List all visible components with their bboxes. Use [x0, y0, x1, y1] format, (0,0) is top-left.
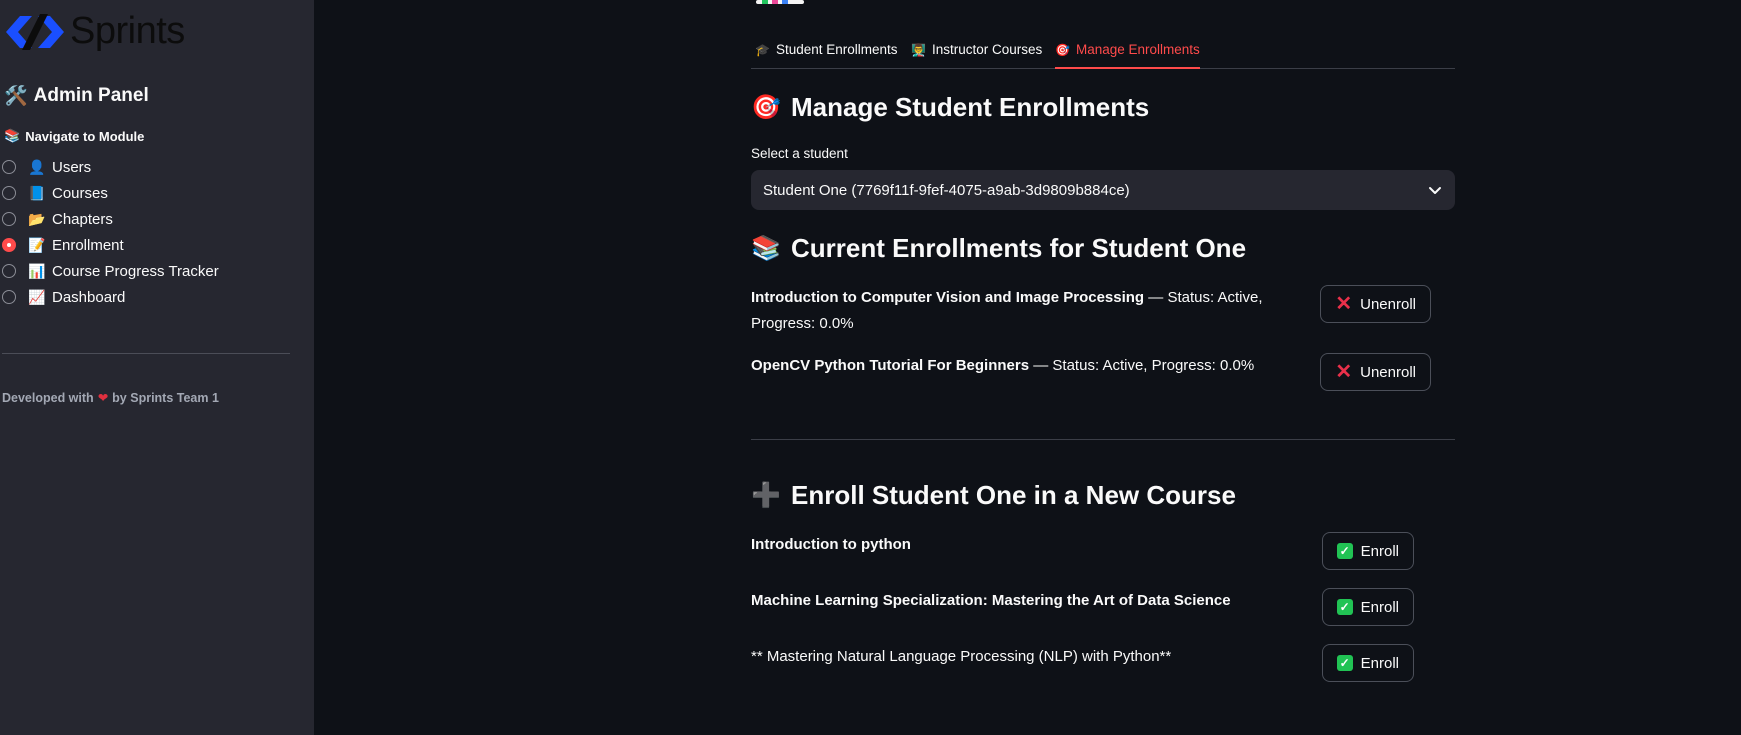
target-icon: 🎯 — [1055, 42, 1070, 57]
enroll-label: Enroll — [1360, 542, 1399, 560]
credits-prefix: Developed with — [2, 391, 94, 405]
nav-item-users[interactable]: 👤 Users — [2, 154, 219, 180]
enrollment-text: Introduction to Computer Vision and Imag… — [751, 285, 1311, 336]
student-select-value: Student One (7769f11f-9fef-4075-a9ab-3d9… — [763, 181, 1130, 199]
enrollment-details: — Status: Active, Progress: 0.0% — [1029, 357, 1255, 374]
logo-text: Sprints — [70, 10, 185, 52]
radio-button[interactable] — [2, 212, 16, 226]
select-student-label: Select a student — [751, 146, 848, 161]
tools-icon: 🛠️ — [4, 86, 28, 107]
enroll-button[interactable]: ✓ Enroll — [1321, 532, 1414, 570]
nav-item-label: Course Progress Tracker — [52, 262, 219, 280]
course-name: Introduction to python — [751, 536, 911, 553]
unenroll-button[interactable]: ✕ Unenroll — [1320, 285, 1431, 323]
books-icon: 📚 — [4, 128, 21, 143]
nav-item-label: Chapters — [52, 210, 113, 228]
check-icon: ✓ — [1336, 655, 1353, 671]
tab-label: Instructor Courses — [931, 42, 1043, 57]
teacher-icon: 👨‍🏫 — [911, 42, 926, 57]
credits: Developed with ❤ by Sprints Team 1 — [2, 390, 219, 405]
enrollment-row: OpenCV Python Tutorial For Beginners — S… — [751, 353, 1455, 391]
enrollment-text: OpenCV Python Tutorial For Beginners — S… — [751, 353, 1311, 379]
enroll-label: Enroll — [1360, 598, 1399, 616]
folder-icon: 📂 — [28, 210, 46, 227]
memo-icon: 📝 — [28, 236, 46, 253]
nav-item-label: Users — [52, 158, 92, 176]
student-select[interactable]: Student One (7769f11f-9fef-4075-a9ab-3d9… — [751, 170, 1455, 210]
tab-label: Student Enrollments — [775, 42, 898, 57]
graduation-cap-icon: 🎓 — [755, 42, 770, 57]
trend-chart-icon: 📈 — [28, 288, 46, 305]
enroll-button[interactable]: ✓ Enroll — [1321, 588, 1414, 626]
available-course-row: Introduction to python ✓ Enroll — [751, 532, 1455, 570]
unenroll-label: Unenroll — [1360, 295, 1416, 313]
navigate-label: 📚 Navigate to Module — [4, 128, 144, 144]
radio-button-selected[interactable] — [2, 238, 16, 252]
sprints-logo-icon — [6, 13, 64, 50]
books-icon: 📚 — [751, 235, 781, 262]
header-image-fragment — [756, 0, 804, 4]
tab-bar: 🎓 Student Enrollments 👨‍🏫 Instructor Cou… — [751, 32, 1455, 69]
tab-label: Manage Enrollments — [1075, 42, 1200, 57]
nav-item-label: Enrollment — [52, 236, 124, 254]
navigate-label-text: Navigate to Module — [25, 128, 145, 144]
nav-item-enrollment[interactable]: 📝 Enrollment — [2, 232, 219, 258]
bar-chart-icon: 📊 — [28, 262, 46, 279]
unenroll-button[interactable]: ✕ Unenroll — [1320, 353, 1431, 391]
sidebar-divider — [2, 353, 290, 354]
module-radio-group: 👤 Users 📘 Courses 📂 Chapters 📝 Enrollmen… — [2, 154, 219, 310]
radio-button[interactable] — [2, 290, 16, 304]
enroll-label: Enroll — [1360, 654, 1399, 672]
unenroll-label: Unenroll — [1360, 363, 1416, 381]
nav-item-chapters[interactable]: 📂 Chapters — [2, 206, 219, 232]
radio-button[interactable] — [2, 264, 16, 278]
tab-manage-enrollments[interactable]: 🎯 Manage Enrollments — [1055, 32, 1200, 69]
tab-student-enrollments[interactable]: 🎓 Student Enrollments — [755, 32, 898, 67]
check-icon: ✓ — [1336, 599, 1353, 615]
section-divider — [751, 439, 1455, 440]
nav-item-label: Courses — [52, 184, 108, 202]
credits-suffix: by Sprints Team 1 — [112, 391, 219, 405]
course-name: ** Mastering Natural Language Processing… — [751, 648, 1172, 665]
sprints-logo[interactable]: Sprints — [4, 10, 185, 53]
admin-panel-title: 🛠️ Admin Panel — [4, 84, 149, 108]
close-icon: ✕ — [1335, 361, 1353, 383]
tab-instructor-courses[interactable]: 👨‍🏫 Instructor Courses — [911, 32, 1042, 67]
target-icon: 🎯 — [751, 94, 781, 121]
current-enrollments-heading: 📚 Current Enrollments for Student One — [751, 233, 1246, 264]
admin-panel-label: Admin Panel — [33, 85, 149, 106]
heading-text: Current Enrollments for Student One — [791, 233, 1247, 263]
nav-item-course-progress-tracker[interactable]: 📊 Course Progress Tracker — [2, 258, 219, 284]
enroll-new-course-heading: ➕ Enroll Student One in a New Course — [751, 480, 1236, 511]
course-name: Introduction to Computer Vision and Imag… — [751, 289, 1145, 306]
nav-item-courses[interactable]: 📘 Courses — [2, 180, 219, 206]
heart-icon: ❤ — [97, 391, 109, 405]
enroll-button[interactable]: ✓ Enroll — [1321, 644, 1414, 682]
enrollment-row: Introduction to Computer Vision and Imag… — [751, 285, 1455, 336]
radio-button[interactable] — [2, 186, 16, 200]
course-name: Machine Learning Specialization: Masteri… — [751, 592, 1231, 609]
plus-icon: ➕ — [751, 482, 781, 509]
heading-text: Enroll Student One in a New Course — [791, 480, 1236, 510]
chevron-down-icon — [1429, 187, 1441, 194]
manage-enrollments-heading: 🎯 Manage Student Enrollments — [751, 92, 1149, 123]
heading-text: Manage Student Enrollments — [791, 92, 1150, 122]
available-course-row: ** Mastering Natural Language Processing… — [751, 644, 1455, 682]
course-name: OpenCV Python Tutorial For Beginners — [751, 357, 1030, 374]
radio-button[interactable] — [2, 160, 16, 174]
nav-item-label: Dashboard — [52, 288, 126, 306]
sidebar: Sprints 🛠️ Admin Panel 📚 Navigate to Mod… — [0, 0, 314, 735]
user-icon: 👤 — [28, 158, 46, 175]
close-icon: ✕ — [1335, 293, 1353, 315]
check-icon: ✓ — [1336, 543, 1353, 559]
book-icon: 📘 — [28, 184, 46, 201]
available-course-row: Machine Learning Specialization: Masteri… — [751, 588, 1455, 626]
nav-item-dashboard[interactable]: 📈 Dashboard — [2, 284, 219, 310]
